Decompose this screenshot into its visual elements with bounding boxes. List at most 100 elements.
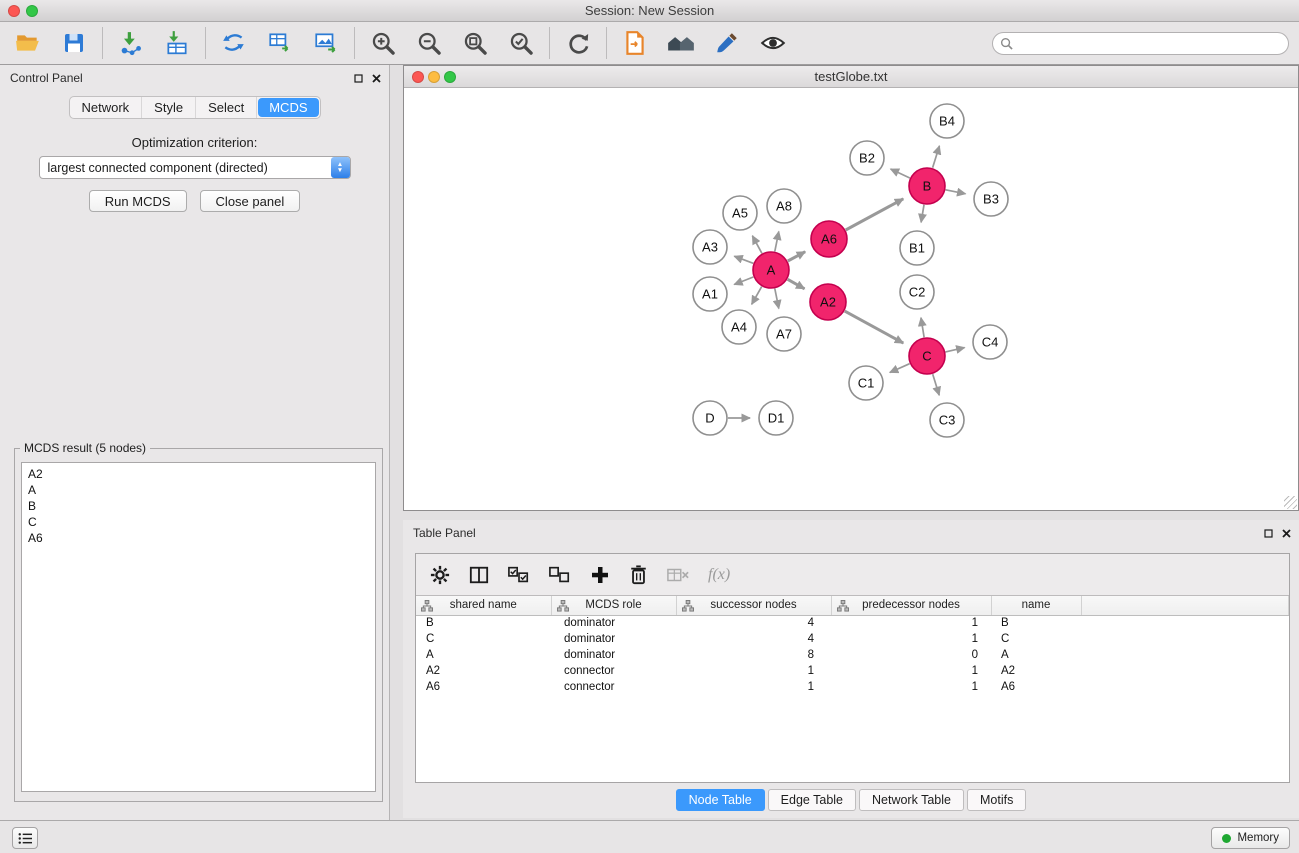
import-table-button[interactable] — [162, 28, 192, 58]
graph-node-D[interactable]: D — [693, 401, 727, 435]
float-panel-icon[interactable] — [1264, 529, 1273, 538]
graph-node-A2[interactable]: A2 — [810, 284, 846, 320]
delete-column-icon[interactable] — [629, 565, 648, 585]
graph-node-C1[interactable]: C1 — [849, 366, 883, 400]
tab-node-table[interactable]: Node Table — [676, 789, 765, 811]
zoom-selected-button[interactable] — [506, 28, 536, 58]
graph-node-A6[interactable]: A6 — [811, 221, 847, 257]
search-box[interactable] — [992, 32, 1289, 55]
graph-node-A5[interactable]: A5 — [723, 196, 757, 230]
refresh-layout-button[interactable] — [563, 28, 593, 58]
column-header-name[interactable]: name — [991, 596, 1081, 615]
export-document-button[interactable] — [620, 28, 650, 58]
graph-edge-C-C4[interactable] — [946, 348, 965, 352]
graph-node-B[interactable]: B — [909, 168, 945, 204]
tab-select[interactable]: Select — [196, 97, 257, 118]
graph-node-A3[interactable]: A3 — [693, 230, 727, 264]
graph-edge-A-A3[interactable] — [734, 256, 753, 263]
graph-node-B2[interactable]: B2 — [850, 141, 884, 175]
graph-edge-A-A4[interactable] — [752, 287, 762, 305]
graph-node-B3[interactable]: B3 — [974, 182, 1008, 216]
float-panel-icon[interactable] — [354, 74, 363, 83]
graph-edge-B-B4[interactable] — [933, 146, 940, 168]
mcds-result-item[interactable]: B — [26, 498, 371, 514]
graph-node-B1[interactable]: B1 — [900, 231, 934, 265]
column-header-mcds-role[interactable]: MCDS role — [551, 596, 676, 615]
graph-node-A4[interactable]: A4 — [722, 310, 756, 344]
graph-node-A8[interactable]: A8 — [767, 189, 801, 223]
search-input[interactable] — [1017, 33, 1288, 54]
graph-edge-C-C2[interactable] — [921, 318, 924, 338]
zoom-fit-button[interactable] — [460, 28, 490, 58]
graph-edge-B-B3[interactable] — [946, 190, 966, 194]
graph-node-C4[interactable]: C4 — [973, 325, 1007, 359]
graph-edge-A-A6[interactable] — [788, 252, 805, 261]
table-settings-gear-icon[interactable] — [430, 565, 450, 585]
graph-edge-B-B1[interactable] — [921, 205, 924, 223]
graph-edge-A-A2[interactable] — [788, 279, 805, 289]
export-table-button[interactable] — [265, 28, 295, 58]
save-session-button[interactable] — [59, 28, 89, 58]
show-columns-icon[interactable] — [469, 565, 489, 585]
close-panel-icon[interactable] — [1282, 529, 1291, 538]
new-network-button[interactable] — [219, 28, 249, 58]
deselect-all-icon[interactable] — [549, 566, 571, 584]
graph-edge-A2-C[interactable] — [845, 311, 904, 343]
tab-mcds[interactable]: MCDS — [258, 98, 318, 117]
column-header-predecessor-nodes[interactable]: predecessor nodes — [831, 596, 991, 615]
table-row[interactable]: A6connector11A6 — [416, 679, 1289, 695]
graph-edge-A-A7[interactable] — [775, 289, 779, 309]
show-hide-button[interactable] — [758, 28, 788, 58]
graph-node-A1[interactable]: A1 — [693, 277, 727, 311]
graph-node-C[interactable]: C — [909, 338, 945, 374]
optimization-criterion-select[interactable]: largest connected component (directed) ▲… — [39, 156, 351, 179]
tab-network-table[interactable]: Network Table — [859, 789, 964, 811]
home-view-button[interactable] — [666, 28, 696, 58]
table-row[interactable]: Bdominator41B — [416, 615, 1289, 631]
graph-node-B4[interactable]: B4 — [930, 104, 964, 138]
task-history-button[interactable] — [12, 827, 38, 849]
column-header-successor-nodes[interactable]: successor nodes — [676, 596, 831, 615]
run-mcds-button[interactable]: Run MCDS — [89, 190, 187, 212]
graph-edge-C-C1[interactable] — [890, 364, 910, 373]
import-network-button[interactable] — [116, 28, 146, 58]
graph-node-C2[interactable]: C2 — [900, 275, 934, 309]
delete-table-icon[interactable] — [667, 567, 689, 583]
add-column-icon[interactable] — [590, 565, 610, 585]
graph-node-A7[interactable]: A7 — [767, 317, 801, 351]
graph-edge-A6-B[interactable] — [846, 199, 904, 230]
graph-edge-A-A5[interactable] — [752, 236, 762, 254]
graph-edge-B-B2[interactable] — [891, 169, 910, 178]
open-session-button[interactable] — [13, 28, 43, 58]
close-panel-button[interactable]: Close panel — [200, 190, 301, 212]
close-panel-icon[interactable] — [372, 74, 381, 83]
graph-node-A[interactable]: A — [753, 252, 789, 288]
mcds-result-item[interactable]: A6 — [26, 530, 371, 546]
mcds-result-item[interactable]: C — [26, 514, 371, 530]
zoom-out-button[interactable] — [414, 28, 444, 58]
mcds-result-item[interactable]: A — [26, 482, 371, 498]
tab-network[interactable]: Network — [69, 97, 142, 118]
graph-node-D1[interactable]: D1 — [759, 401, 793, 435]
graph-edge-C-C3[interactable] — [933, 374, 940, 395]
network-canvas[interactable]: B4 B2 B B3 A5 A8 A6 B1 A3 A A1 C2 A2 A4 A7 C4 C C1 C3 D D1 — [404, 88, 1298, 510]
mcds-result-list[interactable]: A2ABCA6 — [21, 462, 376, 792]
graph-edge-A-A1[interactable] — [734, 277, 753, 285]
tab-motifs[interactable]: Motifs — [967, 789, 1026, 811]
function-builder-icon[interactable]: f(x) — [708, 566, 730, 584]
style-brush-button[interactable] — [712, 28, 742, 58]
table-row[interactable]: Adominator80A — [416, 647, 1289, 663]
export-image-button[interactable] — [311, 28, 341, 58]
table-row[interactable]: Cdominator41C — [416, 631, 1289, 647]
tab-style[interactable]: Style — [142, 97, 196, 118]
resize-grip-icon[interactable] — [1284, 496, 1297, 509]
graph-node-C3[interactable]: C3 — [930, 403, 964, 437]
memory-button[interactable]: Memory — [1211, 827, 1290, 849]
mcds-result-item[interactable]: A2 — [26, 466, 371, 482]
select-all-icon[interactable] — [508, 566, 530, 584]
table-row[interactable]: A2connector11A2 — [416, 663, 1289, 679]
graph-edge-A-A8[interactable] — [775, 232, 779, 252]
column-header-shared-name[interactable]: shared name — [416, 596, 551, 615]
tab-edge-table[interactable]: Edge Table — [768, 789, 856, 811]
zoom-in-button[interactable] — [368, 28, 398, 58]
